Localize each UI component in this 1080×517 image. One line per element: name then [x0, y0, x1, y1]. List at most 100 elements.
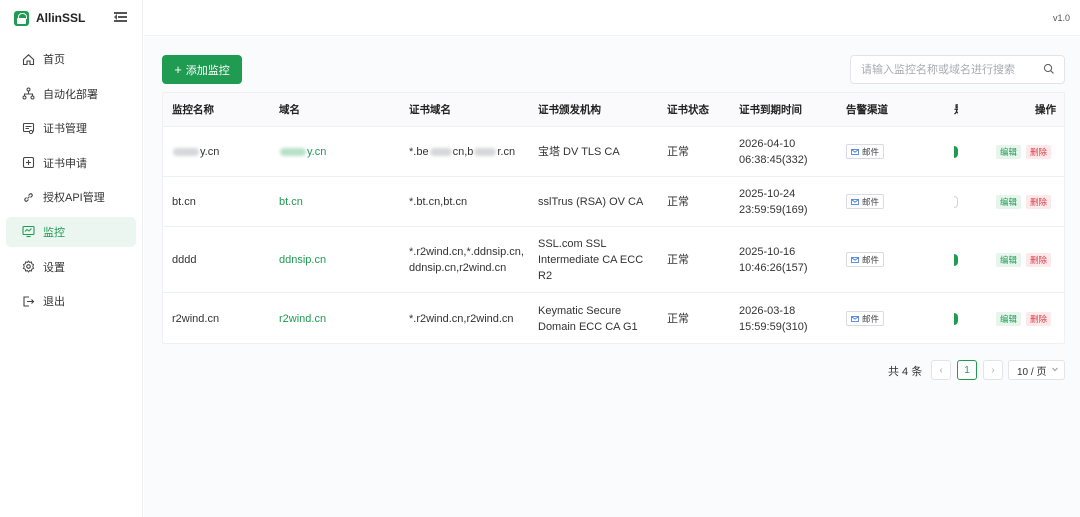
row-enabled-toggle[interactable] [954, 227, 958, 292]
row-name: bt.cn [172, 195, 196, 208]
search-input[interactable] [851, 56, 1031, 83]
alert-channel-chip: 邮件 [846, 252, 885, 267]
edit-button[interactable]: 编辑 [996, 194, 1022, 209]
alert-channel-chip: 邮件 [846, 311, 885, 326]
monitor-icon [22, 225, 35, 238]
collapse-menu-icon[interactable] [114, 11, 127, 23]
sidebar-item-label: 监控 [43, 226, 65, 239]
sidebar-item-label: 退出 [43, 296, 65, 309]
row-actions: 编辑 删除 [991, 227, 1052, 292]
gear-icon [22, 260, 35, 273]
pagination: 共 4 条 ‹ 1 › 10 / 页 [144, 360, 1080, 380]
sidebar-item-logout[interactable]: 退出 [6, 286, 136, 316]
row-status: 正常 [667, 253, 689, 266]
sidebar-item-label: 首页 [43, 54, 65, 66]
mail-icon [851, 148, 859, 155]
row-domain-link[interactable]: ddnsip.cn [279, 227, 326, 292]
sidebar-item-label: 授权API管理 [43, 192, 105, 205]
toggle-switch[interactable] [954, 145, 958, 158]
header-issuer: 证书颁发机构 [538, 103, 601, 116]
page-size-select[interactable]: 10 / 页 [1008, 360, 1065, 380]
row-actions: 编辑 删除 [991, 293, 1052, 343]
sidebar-item-label: 证书申请 [43, 157, 87, 170]
link-icon [22, 191, 35, 204]
logout-icon [22, 295, 35, 308]
delete-button[interactable]: 删除 [1026, 311, 1052, 326]
monitor-table: 监控名称 域名 证书域名 证书颁发机构 证书状态 证书到期时间 告警渠道 是 操… [162, 92, 1065, 344]
row-enabled-toggle[interactable] [954, 293, 958, 343]
delete-button[interactable]: 删除 [1026, 194, 1052, 209]
row-channel: 邮件 [846, 127, 885, 176]
delete-button[interactable]: 删除 [1026, 252, 1052, 267]
table-row: dddd ddnsip.cn *.r2wind.cn,*.ddnsip.cn, d… [163, 227, 1064, 293]
sidebar-item-auto-deploy[interactable]: 自动化部署 [6, 79, 136, 109]
row-domain-link[interactable]: r2wind.cn [279, 293, 326, 343]
row-name: r2wind.cn [172, 312, 220, 325]
redacted-text [280, 147, 306, 156]
header-expiry: 证书到期时间 [739, 103, 802, 116]
table-header: 监控名称 域名 证书域名 证书颁发机构 证书状态 证书到期时间 告警渠道 是 操… [163, 93, 1064, 127]
header-cert-domain: 证书域名 [409, 103, 451, 116]
search-icon[interactable] [1043, 63, 1055, 78]
row-status: 正常 [667, 145, 689, 158]
row-cert-domain: *.be cn,b r.cn [409, 145, 516, 158]
sidebar-item-cert-manage[interactable]: 证书管理 [6, 113, 136, 143]
redacted-text [474, 147, 497, 156]
table-row: bt.cn bt.cn *.bt.cn,bt.cn sslTrus (RSA) … [163, 177, 1064, 227]
row-issuer: 宝塔 DV TLS CA [538, 145, 620, 158]
row-name: dddd [172, 253, 197, 266]
top-bar: v1.0 [144, 0, 1080, 36]
mail-icon [851, 198, 859, 205]
search-box [850, 55, 1065, 84]
toggle-switch[interactable] [954, 195, 958, 208]
add-square-icon [22, 156, 35, 169]
certificate-icon [22, 122, 35, 135]
row-expiry: 2026-04-10 06:38:45(332) [739, 137, 808, 166]
sidebar-item-monitor[interactable]: 监控 [6, 216, 136, 247]
row-domain-link[interactable]: y.cn [279, 127, 326, 176]
add-monitor-label: 添加监控 [185, 64, 230, 77]
row-status: 正常 [667, 195, 689, 208]
page-1-button[interactable]: 1 [957, 360, 977, 380]
main-content: + 添加监控 监控名称 域名 证书域名 证书颁发机构 证书状态 证书到期时间 告… [144, 37, 1080, 517]
alert-channel-chip: 邮件 [846, 194, 885, 209]
add-monitor-button[interactable]: + 添加监控 [162, 55, 242, 84]
toggle-switch[interactable] [954, 312, 958, 325]
next-page-button[interactable]: › [983, 360, 1003, 380]
sidebar-item-label: 设置 [43, 261, 65, 274]
sidebar-item-label: 自动化部署 [43, 88, 98, 101]
sidebar-item-label: 证书管理 [43, 123, 87, 136]
row-actions: 编辑 删除 [991, 177, 1052, 226]
row-name: y.cn [172, 127, 219, 176]
allinssl-logo-icon [14, 10, 29, 26]
sidebar-item-cert-apply[interactable]: 证书申请 [6, 148, 136, 178]
sidebar-item-home[interactable]: 首页 [6, 44, 136, 74]
chevron-down-icon [1051, 365, 1059, 376]
prev-page-button[interactable]: ‹ [931, 360, 951, 380]
edit-button[interactable]: 编辑 [996, 252, 1022, 267]
mail-icon [851, 315, 859, 322]
header-enabled: 是 [954, 93, 958, 126]
row-issuer: SSL.com SSL Intermediate CA ECC R2 [538, 237, 644, 282]
sidebar-item-settings[interactable]: 设置 [6, 252, 136, 282]
row-channel: 邮件 [846, 227, 885, 292]
row-domain-link[interactable]: bt.cn [279, 177, 303, 226]
app-name: AllinSSL [36, 11, 86, 25]
row-channel: 邮件 [846, 293, 885, 343]
delete-button[interactable]: 删除 [1026, 144, 1052, 159]
row-issuer: Keymatic Secure Domain ECC CA G1 [538, 304, 638, 333]
row-enabled-toggle[interactable] [954, 177, 958, 226]
edit-button[interactable]: 编辑 [996, 311, 1022, 326]
row-expiry: 2025-10-24 23:59:59(169) [739, 187, 808, 216]
edit-button[interactable]: 编辑 [996, 144, 1022, 159]
row-actions: 编辑 删除 [991, 127, 1052, 176]
workflow-icon [22, 87, 35, 100]
sidebar: AllinSSL 首页 自动化部署 证书管理 证书申请 授权API管理 监控 设… [0, 0, 143, 517]
mail-icon [851, 256, 859, 263]
plus-icon: + [174, 62, 182, 77]
alert-channel-chip: 邮件 [846, 144, 885, 159]
row-enabled-toggle[interactable] [954, 127, 958, 176]
toggle-switch[interactable] [954, 253, 958, 266]
row-channel: 邮件 [846, 177, 885, 226]
sidebar-item-api-auth[interactable]: 授权API管理 [6, 182, 136, 212]
